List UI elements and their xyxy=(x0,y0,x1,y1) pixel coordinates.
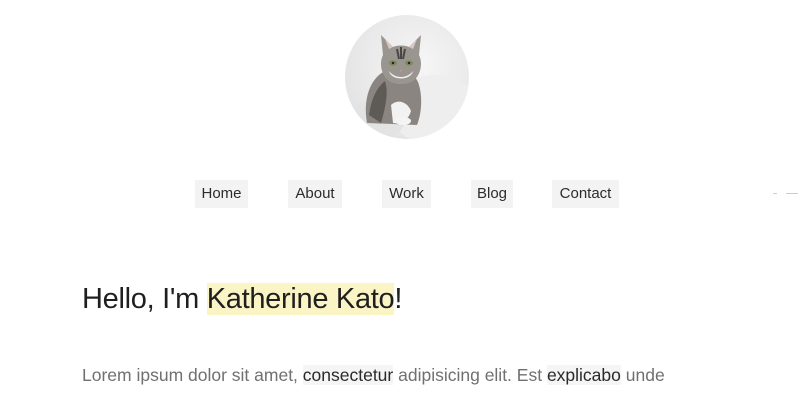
nav-item-about[interactable]: About xyxy=(288,180,342,208)
nav-item-blog[interactable]: Blog xyxy=(471,180,513,208)
nav-item-home[interactable]: Home xyxy=(195,180,248,208)
intro-text: Lorem ipsum dolor sit amet, xyxy=(82,365,303,385)
inline-code: consectetur xyxy=(302,365,394,385)
cat-photo-icon xyxy=(345,35,469,139)
nav-item-work[interactable]: Work xyxy=(382,180,431,208)
intro-text: unde xyxy=(620,365,665,385)
page: Home About Work Blog Contact Hello, I'm … xyxy=(0,0,800,400)
greeting-prefix: Hello, I'm xyxy=(82,283,207,315)
divider xyxy=(786,193,798,194)
page-title: Hello, I'm Katherine Kato! xyxy=(82,280,402,318)
divider xyxy=(773,193,777,194)
inline-code: explicabo xyxy=(546,365,621,385)
intro-paragraph: Lorem ipsum dolor sit amet, consectetur … xyxy=(82,361,665,389)
avatar xyxy=(345,15,469,139)
main-nav: Home About Work Blog Contact xyxy=(0,180,800,208)
name-highlight: Katherine Kato xyxy=(206,283,395,315)
greeting-suffix: ! xyxy=(394,283,403,315)
intro-text: adipisicing elit. Est xyxy=(393,365,547,385)
nav-item-contact[interactable]: Contact xyxy=(552,180,619,208)
